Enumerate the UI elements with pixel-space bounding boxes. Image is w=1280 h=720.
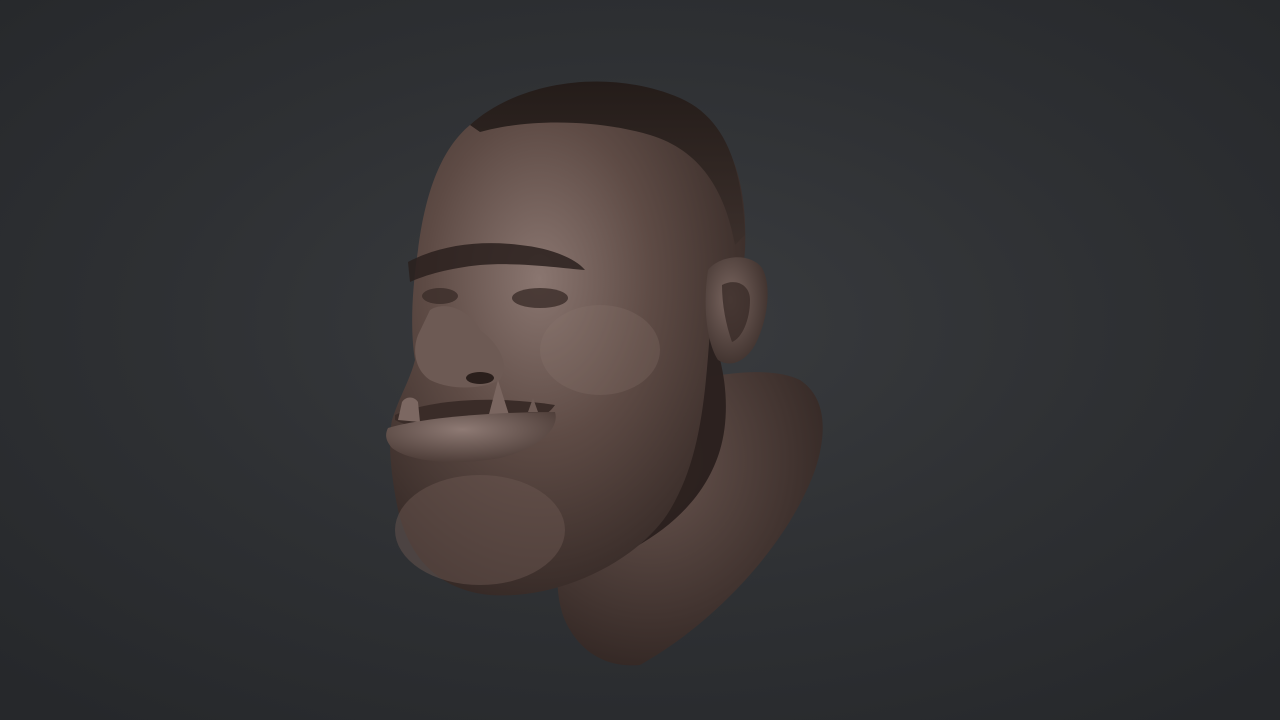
eye-left xyxy=(512,288,568,308)
nostril xyxy=(466,372,494,384)
cheek-highlight xyxy=(540,305,660,395)
sculpted-orc-head-icon xyxy=(386,81,823,666)
chin xyxy=(395,475,565,585)
eye-right xyxy=(422,288,458,304)
viewport[interactable] xyxy=(0,0,1280,720)
